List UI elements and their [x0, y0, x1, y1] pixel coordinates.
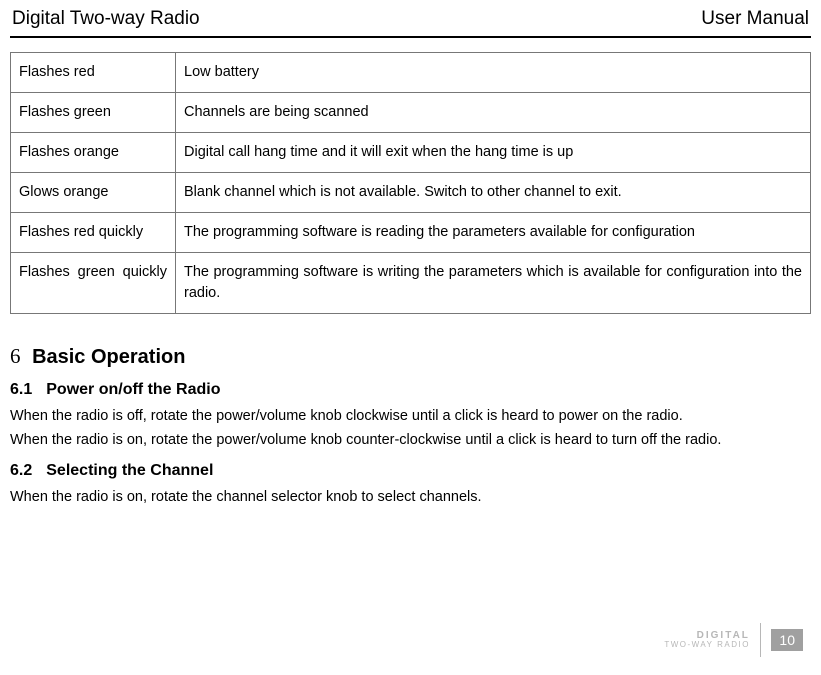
body-paragraph: When the radio is on, rotate the power/v… [10, 431, 811, 451]
table-cell-indicator: Flashes red quickly [11, 213, 176, 253]
table-cell-description: Blank channel which is not available. Sw… [176, 173, 811, 213]
subsection-number: 6.1 [10, 381, 32, 398]
header-left: Digital Two-way Radio [12, 8, 200, 30]
section-number: 6 [10, 344, 21, 368]
table-cell-indicator: Glows orange [11, 173, 176, 213]
subsection-title: Power on/off the Radio [46, 381, 220, 398]
table-row: Flashes orangeDigital call hang time and… [11, 133, 811, 173]
body-paragraph: When the radio is on, rotate the channel… [10, 488, 811, 508]
table-cell-indicator: Flashes orange [11, 133, 176, 173]
header-rule [10, 36, 811, 38]
table-cell-indicator: Flashes red [11, 53, 176, 93]
table-cell-description: The programming software is writing the … [176, 253, 811, 314]
table-row: Glows orangeBlank channel which is not a… [11, 173, 811, 213]
section-heading: 6 Basic Operation [10, 344, 811, 369]
table-row: Flashes redLow battery [11, 53, 811, 93]
body-paragraph: When the radio is off, rotate the power/… [10, 407, 811, 427]
table-cell-description: Low battery [176, 53, 811, 93]
subsection-title: Selecting the Channel [46, 462, 213, 479]
table-row: Flashes green quicklyThe programming sof… [11, 253, 811, 314]
header-right: User Manual [701, 8, 809, 30]
table-row: Flashes red quicklyThe programming softw… [11, 213, 811, 253]
table-cell-indicator: Flashes green [11, 93, 176, 133]
table-cell-description: The programming software is reading the … [176, 213, 811, 253]
page-number: 10 [771, 629, 803, 651]
footer-logo-line2: TWO-WAY RADIO [664, 641, 750, 649]
footer-logo: DIGITAL TWO-WAY RADIO [664, 631, 750, 649]
page-header: Digital Two-way Radio User Manual [10, 8, 811, 34]
table-row: Flashes greenChannels are being scanned [11, 93, 811, 133]
table-cell-indicator: Flashes green quickly [11, 253, 176, 314]
page-footer: DIGITAL TWO-WAY RADIO 10 [664, 623, 803, 657]
table-cell-description: Channels are being scanned [176, 93, 811, 133]
section-title: Basic Operation [32, 346, 185, 368]
subsection-heading: 6.2 Selecting the Channel [10, 462, 811, 480]
footer-divider [760, 623, 762, 657]
subsection-heading: 6.1 Power on/off the Radio [10, 381, 811, 399]
led-indicator-table: Flashes redLow batteryFlashes greenChann… [10, 52, 811, 314]
subsection-number: 6.2 [10, 462, 32, 479]
table-cell-description: Digital call hang time and it will exit … [176, 133, 811, 173]
